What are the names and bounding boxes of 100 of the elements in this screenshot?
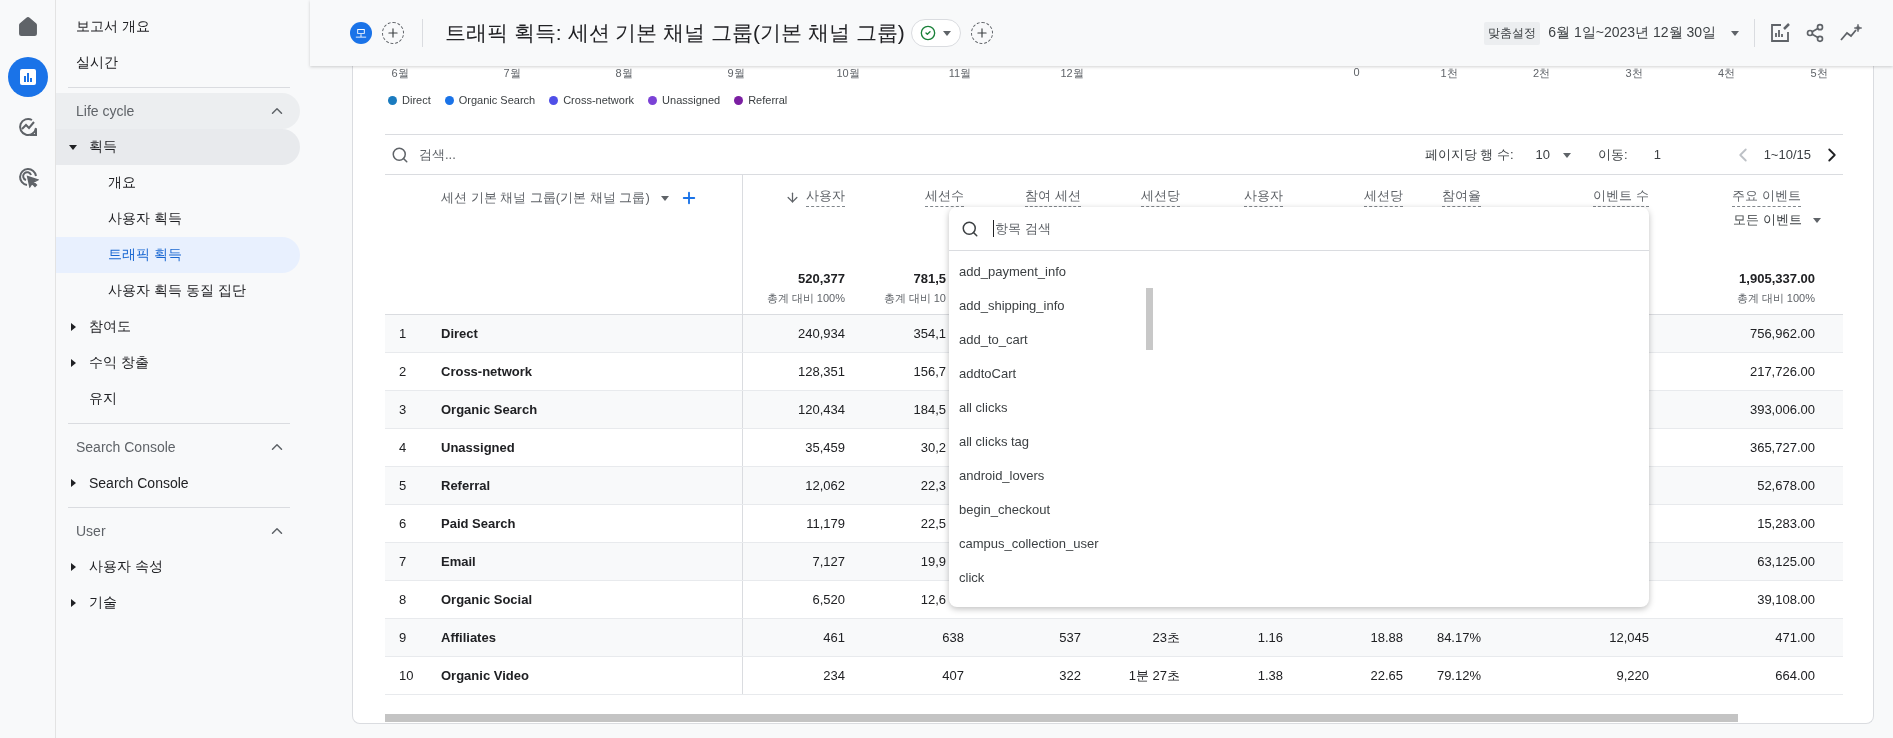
sidebar-group[interactable]: 기술 [56, 585, 300, 621]
bar-chart-icon [18, 68, 37, 86]
table-cell: 22.65 [1370, 668, 1403, 683]
sidebar-item[interactable]: 트래픽 획득 [56, 237, 300, 273]
table-cell: 240,934 [798, 326, 845, 341]
table-cell: 6,520 [812, 592, 845, 607]
menu-item[interactable]: all clicks tag [949, 424, 1649, 458]
rail-button[interactable] [7, 57, 48, 97]
menu-item[interactable]: begin_checkout [949, 492, 1649, 526]
table-cell: 638 [942, 630, 964, 645]
column-header[interactable]: 사용자 [785, 187, 845, 207]
table-cell: 12,6 [920, 592, 946, 607]
share-icon [1805, 23, 1825, 43]
chart-edit-icon [1769, 22, 1791, 44]
axis-label: 11월 [948, 66, 972, 81]
channel-name[interactable]: Paid Search [441, 516, 516, 531]
search-icon [391, 145, 409, 164]
date-range[interactable]: 6월 1일~2023년 12월 30일 [1548, 24, 1716, 42]
channel-name[interactable]: Direct [441, 326, 478, 341]
horizontal-scrollbar[interactable] [385, 714, 1738, 722]
caret-icon [659, 193, 670, 203]
table-cell: 407 [942, 668, 964, 683]
legend-label: Referral [748, 94, 788, 106]
table-cell: 322 [1059, 668, 1081, 683]
row-number: 8 [398, 592, 408, 607]
sidebar-group[interactable]: 참여도 [56, 309, 300, 345]
sidebar-item[interactable]: 사용자 획득 동질 집단 [56, 273, 300, 309]
avatar[interactable]: 모 [350, 22, 372, 44]
channel-name[interactable]: Organic Video [441, 668, 529, 683]
share-button[interactable] [1805, 23, 1825, 43]
row-number: 5 [398, 478, 408, 493]
check-icon [919, 25, 936, 41]
scrollbar-thumb[interactable] [1146, 288, 1153, 350]
sidebar-group[interactable]: 수익 창출 [56, 345, 300, 381]
table-cell: 7,127 [812, 554, 845, 569]
page-range: 1~10/15 [1763, 147, 1811, 162]
table-cell: 18.88 [1370, 630, 1403, 645]
event-filter[interactable]: 모든 이벤트 [1733, 211, 1822, 229]
rows-per-page-select[interactable]: 10 [1535, 147, 1572, 162]
channel-name[interactable]: Organic Social [441, 592, 533, 607]
table-cell: 9,220 [1616, 668, 1649, 683]
channel-name[interactable]: Email [441, 554, 476, 569]
table-cell: 128,351 [798, 364, 845, 379]
search-field[interactable]: 검색... [417, 146, 797, 163]
section-header[interactable]: User [56, 513, 300, 549]
menu-item[interactable]: add_to_cart [949, 322, 1649, 356]
sidebar-item[interactable]: 유지 [56, 381, 300, 417]
total-share: 총계 대비 10 [883, 291, 946, 306]
sidebar-item[interactable]: 개요 [56, 165, 300, 201]
channel-name[interactable]: Affiliates [441, 630, 496, 645]
axis-label: 7월 [503, 66, 521, 81]
sidebar-group[interactable]: Search Console [56, 465, 300, 501]
menu-item[interactable]: add_payment_info [949, 254, 1649, 288]
status-chip[interactable] [910, 19, 961, 47]
caret-icon [68, 478, 78, 488]
column-header[interactable]: 세션 기본 채널 그룹(기본 채널 그룹) [441, 189, 650, 207]
menu-item[interactable]: addtoCart [949, 356, 1649, 390]
caret-icon [1730, 28, 1740, 38]
table-cell: 35,459 [805, 440, 845, 455]
target-cursor-icon [16, 166, 39, 188]
axis-label: 10월 [836, 66, 860, 81]
table-cell: 756,962.00 [1749, 326, 1815, 341]
sidebar-item[interactable]: 사용자 획득 [56, 201, 300, 237]
column-header[interactable]: 주요 이벤트 [1732, 187, 1801, 207]
goto-label: 이동: [1598, 145, 1628, 164]
menu-item[interactable]: android_lovers [949, 458, 1649, 492]
channel-name[interactable]: Organic Search [441, 402, 538, 417]
sidebar-link[interactable]: 실시간 [56, 45, 300, 81]
search-icon [961, 219, 979, 238]
axis-label: 5천 [1810, 66, 1828, 81]
rows-per-page-label: 페이지당 행 수: [1424, 145, 1514, 164]
sidebar-group[interactable]: 획득 [56, 129, 300, 165]
menu-item[interactable]: campus_collection_user [949, 526, 1649, 560]
section-header[interactable]: Search Console [56, 429, 300, 465]
table-cell: 11,179 [806, 516, 845, 531]
date-dropdown[interactable] [1730, 28, 1740, 38]
row-number: 7 [398, 554, 408, 569]
table-cell: 184,5 [913, 402, 946, 417]
dimension-dropdown[interactable] [659, 193, 670, 203]
menu-item[interactable]: all clicks [949, 390, 1649, 424]
table-cell: 217,726.00 [1749, 364, 1815, 379]
table-cell: 22,5 [920, 516, 946, 531]
menu-item[interactable]: click [949, 560, 1649, 594]
axis-label: 3천 [1625, 66, 1643, 81]
section-header[interactable]: Life cycle [56, 93, 300, 129]
axis-label: 9월 [727, 66, 745, 81]
legend-label: Direct [402, 94, 431, 106]
sidebar-group[interactable]: 사용자 속성 [56, 549, 300, 585]
table-cell: 1분 27초 [1128, 666, 1180, 685]
channel-name[interactable]: Cross-network [441, 364, 533, 379]
channel-name[interactable]: Unassigned [441, 440, 515, 455]
table-cell: 12,045 [1609, 630, 1649, 645]
edit-report-button[interactable] [1769, 22, 1791, 44]
table-cell: 1.16 [1257, 630, 1283, 645]
table-cell: 63,125.00 [1757, 554, 1815, 569]
goto-field[interactable]: 1 [1651, 146, 1692, 163]
legend-label: Organic Search [458, 94, 536, 106]
channel-name[interactable]: Referral [441, 478, 491, 493]
menu-item[interactable]: add_shipping_info [949, 288, 1649, 322]
sidebar-link[interactable]: 보고서 개요 [56, 9, 300, 45]
